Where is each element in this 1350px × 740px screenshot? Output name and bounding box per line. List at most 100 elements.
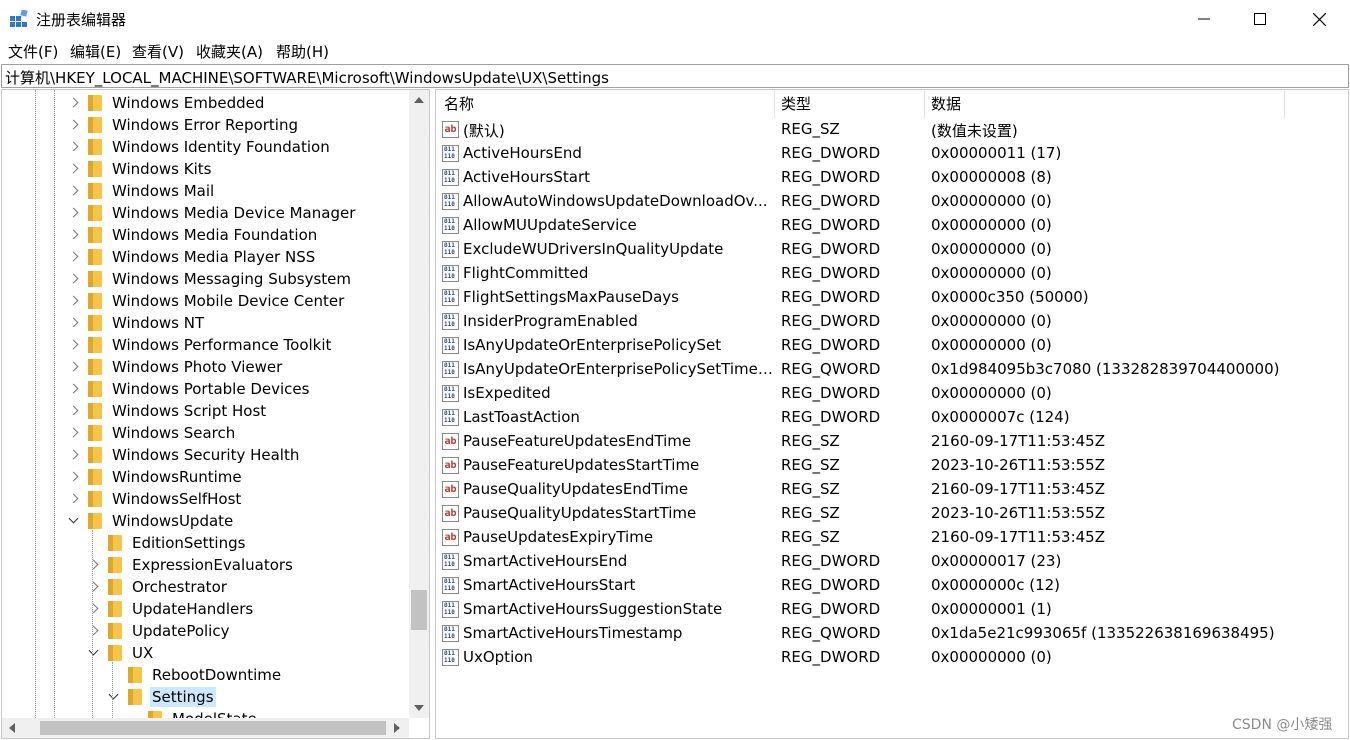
value-list[interactable]: 名称 类型 数据 ab (默认) REG_SZ (数值未设置) 011 110 Active… (435, 89, 1349, 739)
chevron-right-icon[interactable] (68, 317, 80, 329)
chevron-right-icon[interactable] (68, 251, 80, 263)
value-row[interactable]: 011 110 ActiveHoursStart REG_DWORD 0x0000000… (436, 166, 1348, 190)
tree-item[interactable]: Windows Media Player NSS (68, 246, 317, 268)
chevron-down-icon[interactable] (68, 515, 80, 527)
chevron-right-icon[interactable] (68, 471, 80, 483)
value-row[interactable]: 011 110 InsiderProgramEnabled REG_DWORD 0x00… (436, 310, 1348, 334)
chevron-right-icon[interactable] (68, 449, 80, 461)
scroll-down-arrow-icon[interactable] (414, 705, 424, 711)
tree-item[interactable]: WindowsUpdate (68, 510, 235, 532)
tree-item[interactable]: Windows Media Foundation (68, 224, 319, 246)
chevron-right-icon[interactable] (68, 383, 80, 395)
value-row[interactable]: 011 110 AllowMUUpdateService REG_DWORD 0x000… (436, 214, 1348, 238)
value-row[interactable]: 011 110 IsAnyUpdateOrEnterprisePolicySetTi… (436, 358, 1348, 382)
column-divider[interactable] (1284, 90, 1285, 118)
tree-item[interactable]: Windows Security Health (68, 444, 301, 466)
value-row[interactable]: 011 110 FlightCommitted REG_DWORD 0x00000000… (436, 262, 1348, 286)
chevron-down-icon[interactable] (88, 647, 100, 659)
chevron-right-icon[interactable] (68, 273, 80, 285)
tree-item[interactable]: RebootDowntime (108, 664, 283, 686)
tree-item[interactable]: Windows NT (68, 312, 206, 334)
tree-item[interactable]: UpdateHandlers (88, 598, 255, 620)
menu-edit[interactable]: 编辑(E) (70, 41, 121, 62)
tree-item[interactable]: Windows Messaging Subsystem (68, 268, 353, 290)
tree-item[interactable]: Windows Script Host (68, 400, 268, 422)
key-tree[interactable]: Windows Embedded Windows Error Reporting W… (1, 89, 430, 739)
chevron-right-icon[interactable] (68, 207, 80, 219)
chevron-right-icon[interactable] (88, 625, 100, 637)
tree-item[interactable]: Settings (108, 686, 216, 708)
chevron-right-icon[interactable] (68, 119, 80, 131)
chevron-right-icon[interactable] (68, 141, 80, 153)
chevron-down-icon[interactable] (108, 691, 120, 703)
tree-item[interactable]: Windows Error Reporting (68, 114, 300, 136)
tree-item[interactable]: Windows Performance Toolkit (68, 334, 333, 356)
menu-help[interactable]: 帮助(H) (276, 41, 329, 62)
value-row[interactable]: 011 110 UxOption REG_DWORD 0x00000000 (0) (436, 646, 1348, 670)
column-header-data[interactable]: 数据 (931, 93, 961, 117)
value-row[interactable]: 011 110 SmartActiveHoursEnd REG_DWORD 0x0000… (436, 550, 1348, 574)
chevron-right-icon[interactable] (88, 559, 100, 571)
menu-view[interactable]: 查看(V) (132, 41, 184, 62)
menu-file[interactable]: 文件(F) (8, 41, 58, 62)
scroll-left-arrow-icon[interactable] (9, 723, 15, 733)
tree-item[interactable]: WindowsSelfHost (68, 488, 243, 510)
value-row[interactable]: ab PauseUpdatesExpiryTime REG_SZ 2160-09-17… (436, 526, 1348, 550)
value-row[interactable]: 011 110 SmartActiveHoursStart REG_DWORD 0x00… (436, 574, 1348, 598)
chevron-right-icon[interactable] (68, 427, 80, 439)
value-row[interactable]: 011 110 AllowAutoWindowsUpdateDownloadOv..… (436, 190, 1348, 214)
scroll-right-arrow-icon[interactable] (394, 723, 400, 733)
tree-item[interactable]: UX (88, 642, 155, 664)
value-row[interactable]: ab PauseFeatureUpdatesEndTime REG_SZ 2160-0… (436, 430, 1348, 454)
tree-item[interactable]: Orchestrator (88, 576, 229, 598)
value-row[interactable]: ab PauseFeatureUpdatesStartTime REG_SZ 2023… (436, 454, 1348, 478)
value-row[interactable]: 011 110 FlightSettingsMaxPauseDays REG_DWOR… (436, 286, 1348, 310)
tree-item[interactable]: EditionSettings (88, 532, 247, 554)
value-row[interactable]: 011 110 SmartActiveHoursSuggestionState REG… (436, 598, 1348, 622)
chevron-right-icon[interactable] (68, 229, 80, 241)
tree-item[interactable]: WindowsRuntime (68, 466, 244, 488)
menu-favorites[interactable]: 收藏夹(A) (196, 41, 263, 62)
address-bar[interactable]: 计算机\HKEY_LOCAL_MACHINE\SOFTWARE\Microsof… (1, 64, 1349, 88)
address-path[interactable]: 计算机\HKEY_LOCAL_MACHINE\SOFTWARE\Microsof… (5, 67, 609, 88)
tree-item[interactable]: Windows Identity Foundation (68, 136, 332, 158)
value-row[interactable]: ab PauseQualityUpdatesEndTime REG_SZ 2160-0… (436, 478, 1348, 502)
column-header-type[interactable]: 类型 (781, 93, 811, 117)
tree-item[interactable]: Windows Mail (68, 180, 216, 202)
tree-item[interactable]: Windows Media Device Manager (68, 202, 357, 224)
tree-item[interactable]: Windows Mobile Device Center (68, 290, 346, 312)
tree-item[interactable]: UpdatePolicy (88, 620, 231, 642)
column-divider[interactable] (924, 90, 925, 118)
chevron-right-icon[interactable] (68, 97, 80, 109)
tree-vertical-scrollbar[interactable] (409, 90, 429, 718)
tree-item[interactable]: Windows Portable Devices (68, 378, 311, 400)
chevron-right-icon[interactable] (88, 581, 100, 593)
chevron-right-icon[interactable] (68, 405, 80, 417)
scroll-up-arrow-icon[interactable] (414, 97, 424, 103)
column-header-name[interactable]: 名称 (444, 93, 474, 117)
maximize-button[interactable] (1231, 0, 1289, 38)
value-row[interactable]: 011 110 ActiveHoursEnd REG_DWORD 0x00000011 … (436, 142, 1348, 166)
value-row[interactable]: 011 110 LastToastAction REG_DWORD 0x0000007c… (436, 406, 1348, 430)
value-row[interactable]: 011 110 IsExpedited REG_DWORD 0x00000000 (0) (436, 382, 1348, 406)
chevron-right-icon[interactable] (68, 493, 80, 505)
chevron-right-icon[interactable] (68, 361, 80, 373)
chevron-right-icon[interactable] (68, 163, 80, 175)
tree-vertical-scroll-thumb[interactable] (411, 590, 427, 630)
chevron-right-icon[interactable] (68, 339, 80, 351)
value-row[interactable]: 011 110 IsAnyUpdateOrEnterprisePolicySet RE… (436, 334, 1348, 358)
close-button[interactable] (1290, 0, 1348, 38)
value-row[interactable]: 011 110 SmartActiveHoursTimestamp REG_QWORD… (436, 622, 1348, 646)
minimize-button[interactable] (1175, 0, 1233, 38)
tree-item[interactable]: Windows Embedded (68, 92, 266, 114)
tree-item[interactable]: Windows Kits (68, 158, 213, 180)
tree-item[interactable]: Windows Search (68, 422, 237, 444)
tree-item[interactable]: ExpressionEvaluators (88, 554, 295, 576)
chevron-right-icon[interactable] (88, 603, 100, 615)
chevron-right-icon[interactable] (68, 295, 80, 307)
value-row[interactable]: 011 110 ExcludeWUDriversInQualityUpdate REG… (436, 238, 1348, 262)
tree-horizontal-scrollbar[interactable] (2, 718, 409, 738)
tree-item[interactable]: Windows Photo Viewer (68, 356, 284, 378)
tree-horizontal-scroll-thumb[interactable] (40, 721, 386, 735)
chevron-right-icon[interactable] (68, 185, 80, 197)
